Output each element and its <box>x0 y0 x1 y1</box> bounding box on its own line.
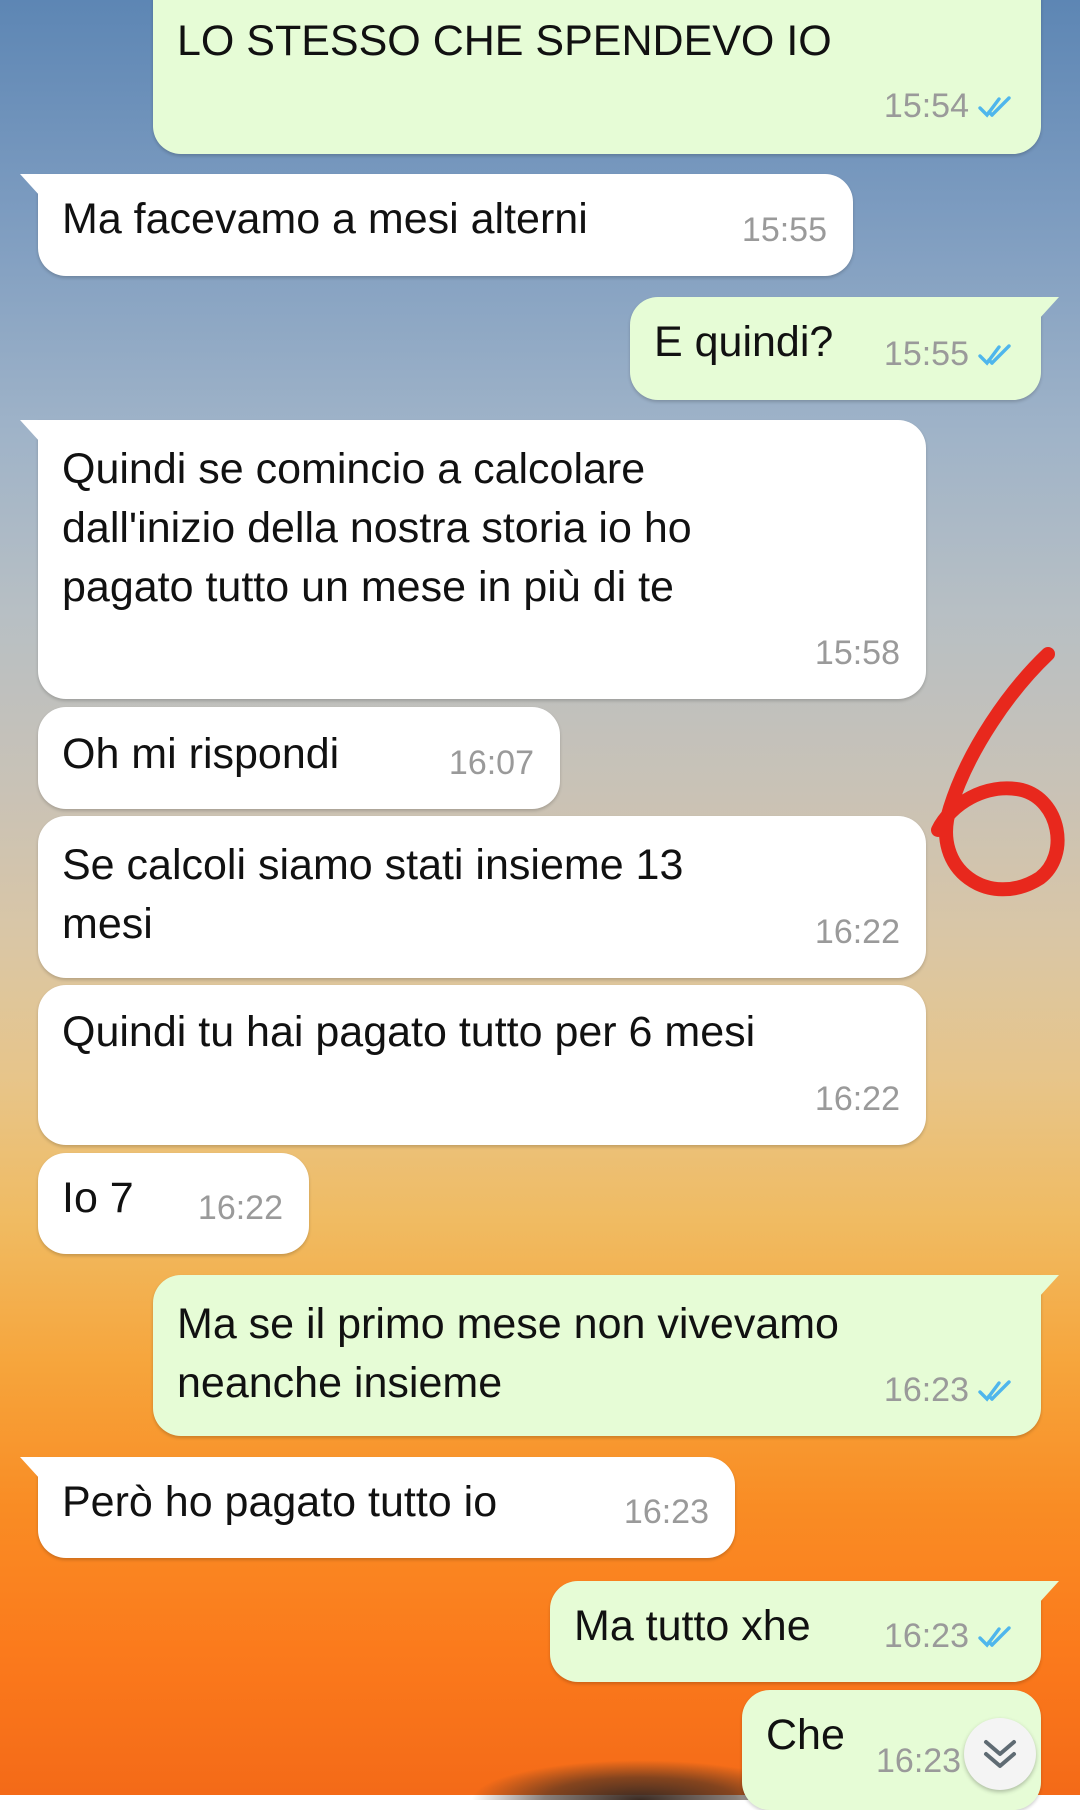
message-time: 15:55 <box>741 211 827 249</box>
message-meta: 16:07 <box>449 734 534 793</box>
message-bubble-incoming[interactable]: Quindi se comincio a calcolare dall'iniz… <box>20 420 926 699</box>
message-text: Se calcoli siamo stati insieme 13 mesi <box>62 841 684 948</box>
message-text: LO STESSO CHE SPENDEVO IO <box>177 17 832 65</box>
message-text: Quindi se comincio a calcolare dall'iniz… <box>62 445 692 611</box>
message-meta: 15:54 <box>884 77 1017 136</box>
message-time: 16:23 <box>876 1742 962 1780</box>
message-list[interactable]: LO STESSO CHE SPENDEVO IO 15:54 Ma facev… <box>0 0 1080 1810</box>
double-check-icon <box>978 95 1011 118</box>
message-bubble-incoming[interactable]: Quindi tu hai pagato tutto per 6 mesi 16… <box>38 985 926 1145</box>
message-meta: 16:22 <box>815 1070 900 1129</box>
double-check-icon <box>978 343 1011 366</box>
message-time: 16:07 <box>448 744 534 782</box>
message-text: Quindi tu hai pagato tutto per 6 mesi <box>62 1008 756 1056</box>
message-bubble-incoming[interactable]: Oh mi rispondi 16:07 <box>38 707 560 809</box>
message-bubble-incoming[interactable]: Però ho pagato tutto io 16:23 <box>20 1457 735 1558</box>
double-check-icon <box>978 1379 1011 1402</box>
message-time: 15:58 <box>814 634 900 672</box>
message-time: 15:54 <box>883 87 969 125</box>
message-text: Che <box>766 1711 845 1759</box>
chevron-double-down-icon <box>984 1740 1016 1768</box>
message-meta: 16:23 <box>624 1483 709 1542</box>
message-time: 16:23 <box>623 1493 709 1531</box>
message-time: 15:55 <box>883 335 969 373</box>
message-bubble-incoming[interactable]: Io 7 16:22 <box>38 1153 309 1254</box>
message-time: 16:23 <box>883 1371 969 1409</box>
double-check-icon <box>978 1625 1011 1648</box>
message-text: Ma tutto xhe <box>574 1602 811 1650</box>
message-text: Ma se il primo mese non vivevamo neanche… <box>177 1300 839 1407</box>
message-meta: 15:58 <box>815 624 900 683</box>
message-text: E quindi? <box>654 318 834 366</box>
message-meta: 16:22 <box>198 1179 283 1238</box>
message-meta: 16:23 <box>876 1732 961 1791</box>
message-meta: 16:23 <box>884 1361 1017 1420</box>
message-time: 16:22 <box>197 1189 283 1227</box>
message-bubble-outgoing[interactable]: Ma tutto xhe 16:23 <box>550 1581 1059 1682</box>
message-bubble-outgoing[interactable]: E quindi? 15:55 <box>630 297 1059 400</box>
message-time: 16:23 <box>883 1617 969 1655</box>
message-text: Però ho pagato tutto io <box>62 1478 498 1526</box>
message-time: 16:22 <box>814 913 900 951</box>
message-time: 16:22 <box>814 1080 900 1118</box>
message-meta: 16:23 <box>884 1607 1017 1666</box>
message-text: Ma facevamo a mesi alterni <box>62 195 588 243</box>
message-meta: 15:55 <box>742 201 827 260</box>
message-bubble-incoming[interactable]: Ma facevamo a mesi alterni 15:55 <box>20 174 853 276</box>
scroll-to-bottom-button[interactable] <box>964 1718 1036 1790</box>
message-text: Io 7 <box>62 1174 134 1222</box>
message-meta: 15:55 <box>884 325 1017 384</box>
message-text: Oh mi rispondi <box>62 730 340 778</box>
message-bubble-outgoing[interactable]: Ma se il primo mese non vivevamo neanche… <box>153 1275 1059 1436</box>
red-six-scribble <box>931 647 1065 897</box>
message-meta: 16:22 <box>815 903 900 962</box>
message-bubble-incoming[interactable]: Se calcoli siamo stati insieme 13 mesi 1… <box>38 816 926 978</box>
message-bubble-outgoing[interactable]: LO STESSO CHE SPENDEVO IO 15:54 <box>153 0 1041 154</box>
